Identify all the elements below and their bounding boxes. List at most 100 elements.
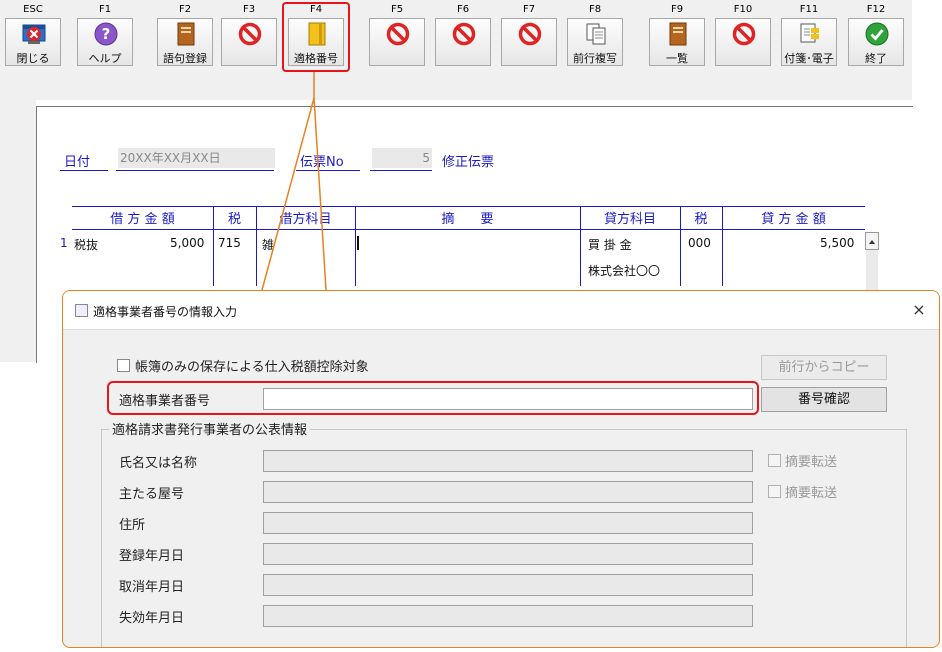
registration-date-label: 登録年月日: [119, 549, 185, 564]
public-info-group-title: 適格請求書発行事業者の公表情報: [109, 419, 311, 438]
help-icon: ?: [94, 22, 118, 46]
table-top-border: [72, 206, 865, 207]
svg-text:?: ?: [102, 25, 111, 43]
row-credit-subaccount[interactable]: 株式会社〇〇: [588, 262, 660, 279]
sticky-note-icon: [798, 22, 822, 46]
help-button[interactable]: ? ヘルプ: [77, 18, 133, 66]
f6-key[interactable]: F6: [432, 0, 494, 70]
slip-mode-label: 修正伝票: [442, 155, 495, 170]
row-tax-mode[interactable]: 税抜: [74, 236, 98, 253]
f5-key[interactable]: F5: [366, 0, 428, 70]
f4-highlight-frame: [282, 2, 350, 72]
f3-disabled-button[interactable]: [221, 18, 277, 66]
date-field[interactable]: 20XX年XX月XX日: [118, 148, 275, 168]
confirm-number-button[interactable]: 番号確認: [761, 387, 887, 412]
window-icon: [75, 304, 88, 317]
key-label: F1: [98, 4, 112, 15]
button-label: 語句登録: [163, 52, 207, 65]
header-credit-tax: 税: [694, 212, 708, 227]
book-icon: [174, 22, 198, 46]
esc-key[interactable]: ESC 閉じる: [2, 0, 64, 70]
slip-no-label: 伝票No: [300, 155, 344, 170]
close-icon[interactable]: ×: [908, 299, 930, 321]
row-credit-account[interactable]: 買 掛 金: [588, 236, 632, 253]
header-debit-tax: 税: [227, 212, 241, 227]
list-button[interactable]: 一覧: [649, 18, 705, 66]
name-field[interactable]: [263, 450, 753, 472]
expiration-date-field[interactable]: [263, 605, 753, 627]
row-debit-tax-code[interactable]: 715: [218, 236, 241, 250]
books-only-label: 帳簿のみの保存による仕入税額控除対象: [135, 360, 369, 375]
registration-date-field[interactable]: [263, 543, 753, 565]
row-credit-amount[interactable]: 5,500: [820, 236, 854, 250]
header-summary: 摘 要: [441, 212, 494, 227]
address-field[interactable]: [263, 512, 753, 534]
name-summary-checkbox[interactable]: [768, 454, 781, 467]
f7-key[interactable]: F7: [498, 0, 560, 70]
button-label: 付箋･電子: [784, 52, 834, 65]
phrase-register-button[interactable]: 語句登録: [157, 18, 213, 66]
f11-key[interactable]: F11 付箋･電子: [778, 0, 840, 70]
scrollbar-track[interactable]: [866, 250, 878, 290]
row-line-number: 1: [60, 236, 68, 250]
trade-name-field[interactable]: [263, 481, 753, 503]
button-label: ヘルプ: [88, 52, 122, 65]
text-cursor: [357, 236, 359, 250]
row-debit-amount[interactable]: 5,000: [170, 236, 204, 250]
copy-from-previous-button[interactable]: 前行からコピー: [761, 355, 887, 380]
key-label: F8: [588, 4, 602, 15]
row-debit-account[interactable]: 雑: [262, 236, 274, 253]
key-label: F9: [670, 4, 684, 15]
f8-key[interactable]: F8 前行複写: [564, 0, 626, 70]
header-credit-amount: 貸 方 金 額: [761, 212, 826, 227]
f3-key[interactable]: F3: [218, 0, 280, 70]
key-label: F2: [178, 4, 192, 15]
book-icon: [666, 22, 690, 46]
trade-name-summary-label: 摘要転送: [785, 486, 838, 501]
scroll-up-button[interactable]: [865, 232, 879, 250]
close-window-icon: [22, 22, 46, 46]
close-button[interactable]: 閉じる: [5, 18, 61, 66]
f1-key[interactable]: F1 ? ヘルプ: [74, 0, 136, 70]
sticky-note-button[interactable]: 付箋･電子: [781, 18, 837, 66]
dialog-titlebar: 適格事業者番号の情報入力 ×: [63, 291, 939, 330]
header-debit-account: 借方科目: [279, 212, 332, 227]
function-key-toolbar: ESC 閉じる F1 ? ヘルプ F2 語句登録 F3 F4 適格番号 F5 F…: [0, 0, 912, 100]
prohibited-icon: [732, 22, 756, 46]
books-only-checkbox[interactable]: [117, 359, 130, 372]
key-label: F11: [799, 4, 819, 15]
slip-no-field[interactable]: 5: [372, 148, 432, 168]
button-label: 閉じる: [16, 52, 50, 65]
f12-key[interactable]: F12 終了: [845, 0, 907, 70]
f10-disabled-button[interactable]: [715, 18, 771, 66]
cancellation-date-field[interactable]: [263, 574, 753, 596]
copy-document-icon: [584, 22, 608, 46]
trade-name-summary-checkbox[interactable]: [768, 485, 781, 498]
copy-previous-row-button[interactable]: 前行複写: [567, 18, 623, 66]
key-label: ESC: [23, 4, 43, 15]
f6-disabled-button[interactable]: [435, 18, 491, 66]
f7-disabled-button[interactable]: [501, 18, 557, 66]
header-debit-amount: 借 方 金 額: [110, 212, 175, 227]
name-label: 氏名又は名称: [119, 456, 198, 471]
key-label: F5: [390, 4, 404, 15]
button-label: 一覧: [666, 52, 688, 65]
f5-disabled-button[interactable]: [369, 18, 425, 66]
checkmark-icon: [865, 22, 889, 46]
qualified-invoice-dialog: 適格事業者番号の情報入力 × 帳簿のみの保存による仕入税額控除対象 前行からコピ…: [62, 290, 940, 648]
expiration-date-label: 失効年月日: [119, 611, 185, 626]
key-label: F10: [733, 4, 753, 15]
slip-no-label-underline: [296, 170, 360, 171]
date-label-underline: [60, 170, 108, 171]
table-header-border: [72, 229, 865, 230]
row-credit-tax-code[interactable]: 000: [688, 236, 711, 250]
registration-highlight-frame: [107, 381, 759, 415]
date-label: 日付: [64, 155, 91, 170]
prohibited-icon: [452, 22, 476, 46]
f2-key[interactable]: F2 語句登録: [154, 0, 216, 70]
prohibited-icon: [518, 22, 542, 46]
f10-key[interactable]: F10: [712, 0, 774, 70]
f9-key[interactable]: F9 一覧: [646, 0, 708, 70]
key-label: F7: [522, 4, 536, 15]
finish-button[interactable]: 終了: [848, 18, 904, 66]
